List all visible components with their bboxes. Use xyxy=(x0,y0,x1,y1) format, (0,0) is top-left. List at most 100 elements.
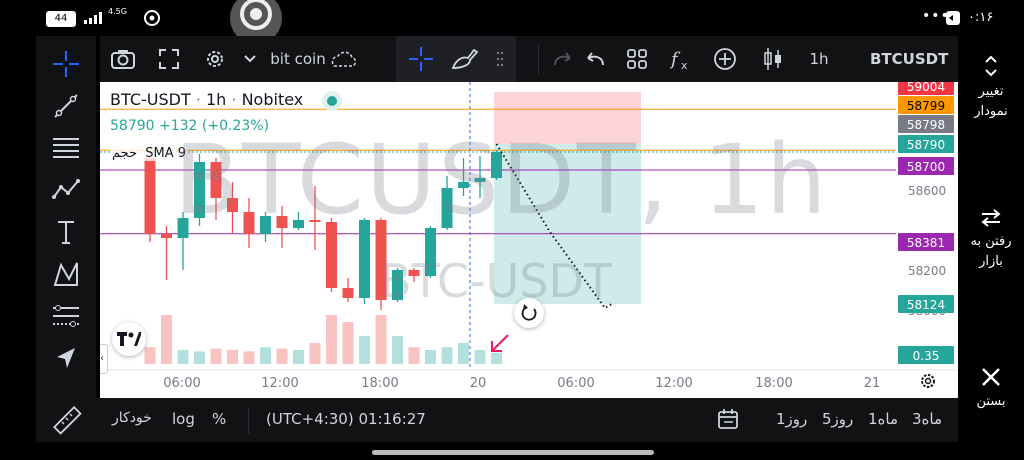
drag-handle-icon[interactable] xyxy=(492,44,508,74)
time-tick-label: 06:00 xyxy=(557,376,594,391)
svg-text:f: f xyxy=(669,49,681,70)
fib-retracement-icon[interactable] xyxy=(50,132,82,164)
timezone-clock[interactable]: (UTC+4:30) 01:16:27 xyxy=(266,410,426,428)
volume-bar xyxy=(359,336,370,364)
svg-text:x: x xyxy=(681,59,688,72)
price-tag-label: 58124 xyxy=(907,298,945,312)
left-edge xyxy=(0,36,36,442)
close-button[interactable]: بستن xyxy=(958,366,1024,412)
layout-grid-icon[interactable] xyxy=(622,44,652,74)
interval-button[interactable]: 1h xyxy=(802,44,836,74)
cloud-icon[interactable] xyxy=(326,44,360,74)
symbol-search-text[interactable]: bit coin xyxy=(268,44,328,74)
expand-vertical-icon xyxy=(985,55,997,77)
watermark-symbol: BTCUSDT, 1h xyxy=(174,124,829,236)
divider xyxy=(538,44,539,74)
market-status-icon xyxy=(322,90,343,111)
add-circle-icon[interactable] xyxy=(710,44,740,74)
symbol-label[interactable]: BTCUSDT xyxy=(870,50,948,68)
change-chart-label: تغییر نمودار xyxy=(974,84,1008,119)
price-tag-label: 58790 xyxy=(907,138,945,152)
close-icon xyxy=(982,368,1000,386)
divider xyxy=(248,408,249,434)
time-tick-label: 18:00 xyxy=(361,376,398,391)
legend-last: 58790 xyxy=(110,118,155,134)
price-tag-label: 0.35 xyxy=(913,349,940,363)
legend-interval: 1h xyxy=(205,90,227,109)
price-tag-label: 58700 xyxy=(907,160,945,174)
bottom-toolbar: خودکار log % (UTC+4:30) 01:16:27 1روز 5ر… xyxy=(100,398,958,442)
time-tick-label: 20 xyxy=(470,376,487,391)
clock: ۰:۱۶ xyxy=(968,10,994,25)
price-tag-label: 58798 xyxy=(907,118,945,132)
range-3m[interactable]: 3ماه xyxy=(912,410,942,428)
status-bar: 44 4.5G ••• ۰:۱۶ xyxy=(0,0,1024,44)
scale-settings-icon[interactable] xyxy=(917,370,939,396)
volume-bar xyxy=(342,322,354,364)
legend-row: BTC-USDT · 1h · Nobitex xyxy=(110,90,343,111)
price-tag-label: 59004 xyxy=(907,82,945,94)
network-type: 4.5G xyxy=(108,7,127,16)
change-chart-button[interactable]: تغییر نمودار xyxy=(958,54,1024,122)
time-tick-label: 12:00 xyxy=(655,376,692,391)
watermark-exchange: BTC-USDT xyxy=(380,254,613,308)
pattern-icon[interactable] xyxy=(50,174,82,206)
range-5d[interactable]: 5روز xyxy=(822,410,853,428)
volume-bar xyxy=(474,350,486,364)
xabcd-pattern-icon[interactable] xyxy=(50,258,82,290)
volume-bar xyxy=(243,351,255,364)
volume-bar xyxy=(260,347,271,364)
price-tag-label: 58381 xyxy=(907,236,945,250)
signal-icon xyxy=(84,12,106,27)
cursor-arrow-icon[interactable] xyxy=(50,342,82,374)
volume-bar xyxy=(425,350,436,364)
crosshair-mode-icon[interactable] xyxy=(404,44,438,74)
volume-bar xyxy=(194,351,205,364)
brush-icon[interactable] xyxy=(448,44,482,74)
swap-arrows-icon xyxy=(981,209,1001,227)
redo-icon[interactable] xyxy=(548,44,578,74)
calendar-range-icon[interactable] xyxy=(716,408,740,434)
price-tag-label: 58799 xyxy=(907,99,945,113)
camera-icon[interactable] xyxy=(108,44,138,74)
time-tick-label: 12:00 xyxy=(261,376,298,391)
undo-icon[interactable] xyxy=(580,44,610,74)
trend-line-icon[interactable] xyxy=(50,90,82,122)
chart-area[interactable]: 5860058200580005900458799587985879058700… xyxy=(100,82,958,398)
chevron-down-icon[interactable] xyxy=(240,44,260,74)
collapse-toolbar-icon[interactable]: ‹ xyxy=(100,344,108,374)
settings-gear-icon[interactable] xyxy=(200,44,230,74)
candle-body xyxy=(144,158,156,234)
go-to-market-button[interactable]: رفتن به بازار xyxy=(958,208,1024,272)
log-scale-button[interactable]: log xyxy=(172,410,195,428)
scroll-to-realtime-icon[interactable] xyxy=(488,332,512,360)
right-action-panel: تغییر نمودار رفتن به بازار بستن xyxy=(958,36,1024,442)
range-1m[interactable]: 1ماه xyxy=(868,410,898,428)
fullscreen-icon[interactable] xyxy=(154,44,184,74)
time-tick-label: 18:00 xyxy=(755,376,792,391)
price-tick-label: 58600 xyxy=(908,184,946,198)
ruler-icon[interactable] xyxy=(50,404,82,440)
auto-scale-button[interactable]: خودکار xyxy=(112,410,152,426)
volume-label: حجم xyxy=(112,146,138,161)
candle-body xyxy=(161,234,172,238)
volume-bar xyxy=(293,350,304,364)
text-icon[interactable] xyxy=(50,216,82,248)
tradingview-logo-icon[interactable] xyxy=(112,322,146,356)
percent-scale-button[interactable]: % xyxy=(212,410,226,428)
reset-chart-icon[interactable] xyxy=(514,298,544,328)
candles-type-icon[interactable] xyxy=(760,44,786,74)
prediction-icon[interactable] xyxy=(50,300,82,332)
time-tick-label: 06:00 xyxy=(163,376,200,391)
bottom-left-panel xyxy=(36,398,100,442)
home-gesture-bar[interactable] xyxy=(372,450,654,455)
volume-bar xyxy=(144,347,156,364)
volume-bar xyxy=(392,336,403,364)
range-1d[interactable]: 1روز xyxy=(776,410,807,428)
battery-indicator: 44 xyxy=(46,11,76,27)
data-saver-icon xyxy=(946,11,960,28)
indicators-icon[interactable]: fx xyxy=(666,44,696,74)
crosshair-icon[interactable] xyxy=(50,48,82,80)
hotspot-icon xyxy=(142,9,162,30)
legend-pair: BTC-USDT xyxy=(110,90,191,109)
